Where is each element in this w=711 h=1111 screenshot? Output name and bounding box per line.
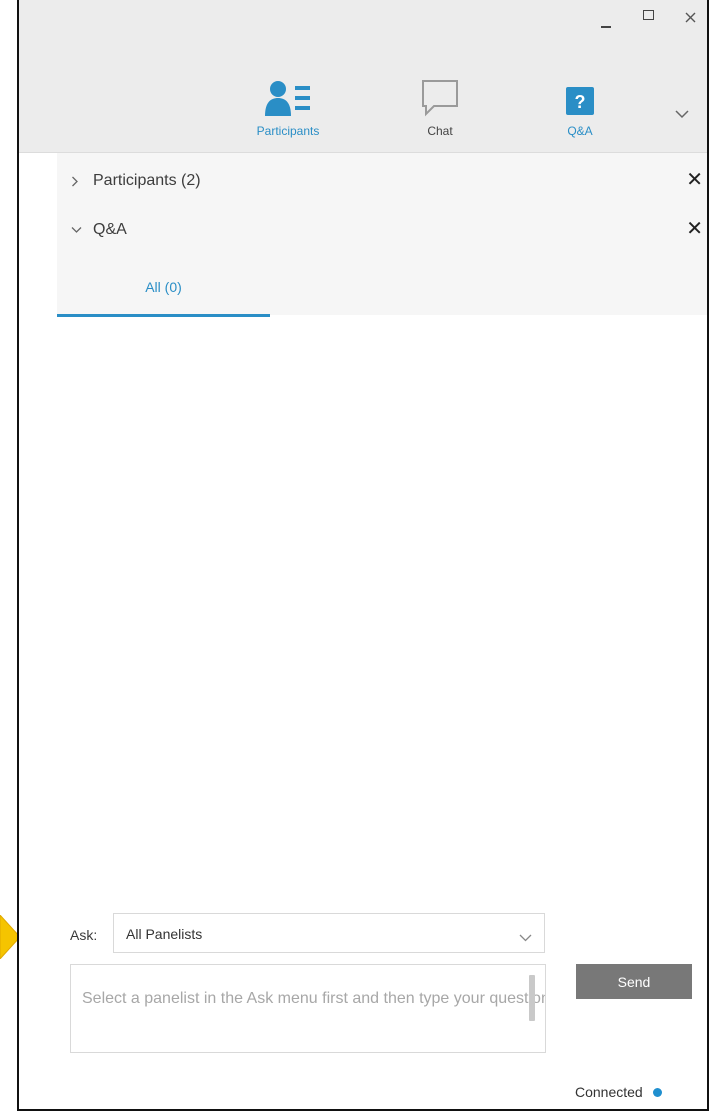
close-qa-panel-button[interactable]: ✕: [686, 219, 703, 239]
ask-recipient-value: All Panelists: [126, 926, 203, 942]
qa-panel-header[interactable]: Q&A ✕: [71, 205, 707, 255]
tab-qa-label: Q&A: [567, 124, 593, 138]
tab-participants-label: Participants: [256, 124, 320, 138]
send-button[interactable]: Send: [576, 964, 692, 999]
chat-bubble-icon: [422, 80, 458, 117]
question-mark-icon: ?: [566, 87, 594, 115]
question-input[interactable]: [71, 965, 545, 1052]
participants-icon: [265, 81, 310, 116]
maximize-icon: [643, 10, 654, 20]
active-tab-indicator: [57, 314, 270, 317]
participants-panel-label: Participants (2): [93, 172, 201, 189]
tab-chat-label: Chat: [427, 124, 453, 138]
question-input-box: [70, 964, 546, 1053]
more-tabs-button[interactable]: [675, 106, 689, 124]
window-close-button[interactable]: [685, 11, 696, 26]
svg-text:?: ?: [575, 92, 586, 112]
connection-status: Connected: [575, 1084, 662, 1100]
chevron-down-icon: [71, 227, 82, 233]
chevron-right-icon: [72, 176, 78, 186]
ask-label: Ask:: [70, 927, 98, 943]
chevron-down-icon: [519, 934, 532, 942]
question-scrollbar[interactable]: [529, 975, 535, 1021]
close-participants-panel-button[interactable]: ✕: [686, 170, 703, 190]
minimize-button[interactable]: [601, 12, 611, 28]
maximize-button[interactable]: [643, 10, 654, 20]
ask-recipient-dropdown[interactable]: All Panelists: [113, 913, 545, 953]
tab-chat[interactable]: Chat: [385, 76, 495, 138]
tab-all-questions[interactable]: All (0): [57, 265, 270, 317]
chevron-down-icon: [675, 110, 689, 119]
tab-all-questions-label: All (0): [145, 279, 182, 295]
panel-header: Participants Chat ? Q&A: [19, 0, 707, 153]
qa-panel-label: Q&A: [93, 221, 127, 238]
close-icon: [685, 12, 696, 23]
app-window: Participants Chat ? Q&A Participants (2)…: [17, 0, 709, 1111]
connection-status-text: Connected: [575, 1084, 643, 1100]
participants-panel-header[interactable]: Participants (2) ✕: [71, 156, 707, 206]
tab-participants[interactable]: Participants: [233, 76, 343, 138]
tab-qa[interactable]: ? Q&A: [525, 76, 635, 138]
minimize-icon: [601, 26, 611, 28]
status-dot-icon: [652, 1087, 662, 1097]
